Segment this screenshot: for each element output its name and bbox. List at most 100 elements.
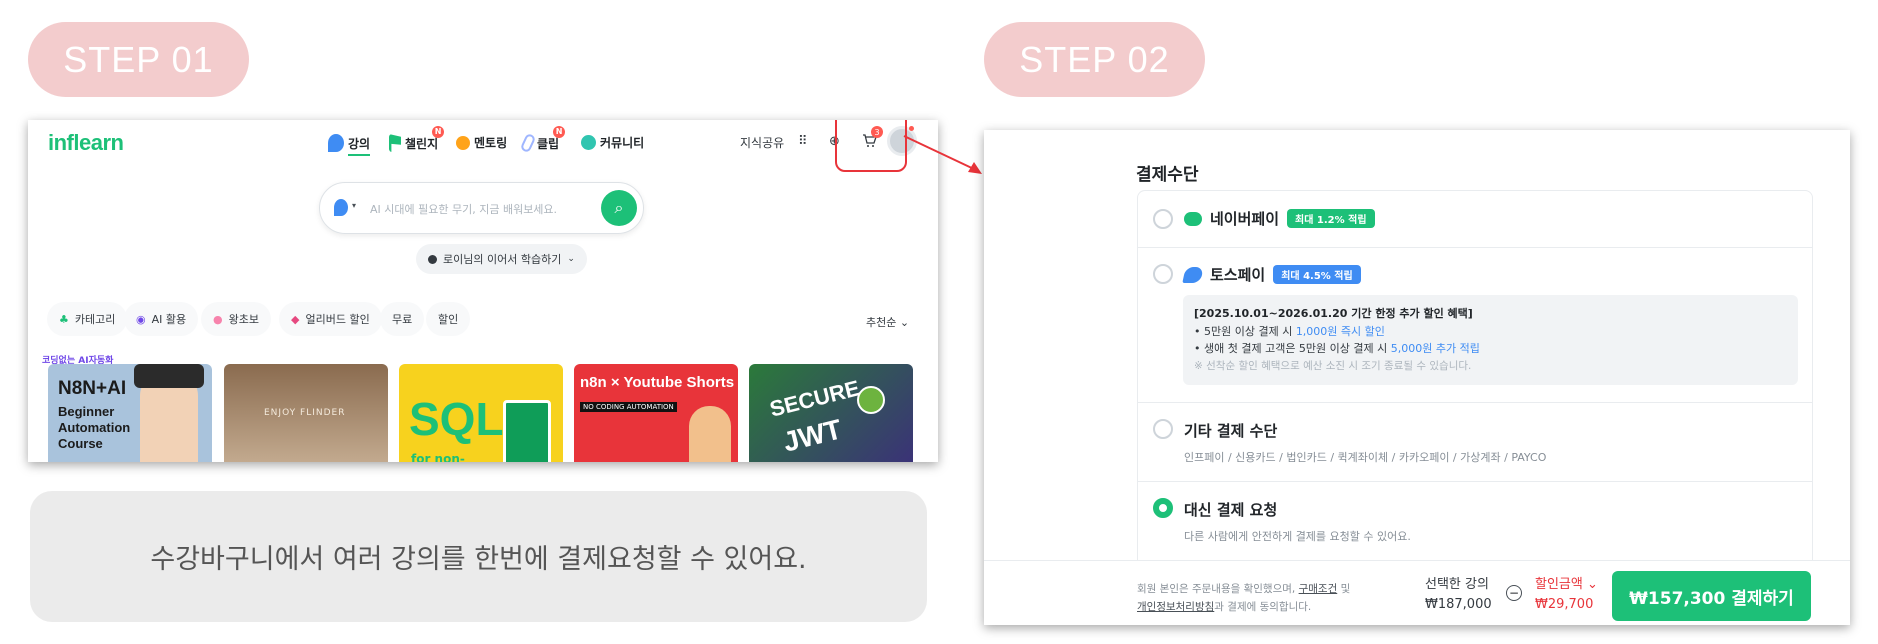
card-title: SECURE <box>767 375 863 422</box>
option-naverpay[interactable]: 네이버페이 최대 1.2% 적립 <box>1138 191 1812 248</box>
community-icon <box>581 135 596 150</box>
course-card-n8n[interactable]: N8N+AI Beginner Automation Course <box>48 364 212 462</box>
card-subtitle: Beginner Automation Course <box>58 404 131 451</box>
terms-link[interactable]: 구매조건 <box>1299 583 1338 595</box>
new-badge: N <box>432 125 445 138</box>
spring-icon <box>857 386 885 414</box>
selected-courses: 선택한 강의 ₩187,000 <box>1425 577 1492 612</box>
card-subtitle: for non- <box>411 452 465 462</box>
radio-other-payment[interactable] <box>1153 419 1173 439</box>
inflearn-home-screenshot: inflearn 강의 챌린지 N 멘토링 클립 N 커뮤니티 지식공유 ⠿ ⊕ 3… <box>28 120 938 462</box>
sort-dropdown[interactable]: 추천순 ⌄ <box>866 314 909 330</box>
benefit-line-2: • 생애 첫 결제 고객은 5만원 이상 결제 시 5,000원 추가 적립 <box>1194 342 1480 355</box>
resume-learning-button[interactable]: 로이님의 이어서 학습하기 ⌄ <box>416 244 587 274</box>
reward-tag: 최대 4.5% 적립 <box>1273 265 1361 284</box>
nav-item-challenge[interactable]: 챌린지 N <box>389 125 445 152</box>
option-naverpay-label: 네이버페이 최대 1.2% 적립 <box>1184 208 1375 229</box>
character-illustration <box>689 406 731 462</box>
robot-icon: ◉ <box>136 312 146 326</box>
option-proxy-label: 대신 결제 요청 <box>1184 501 1278 519</box>
lecture-icon <box>328 134 344 152</box>
earlybird-icon: ◆ <box>291 312 300 326</box>
radio-proxy-payment[interactable] <box>1153 498 1173 518</box>
connector-arrow <box>903 135 982 174</box>
nav-label-clip: 클립 N <box>537 125 566 152</box>
chip-ai[interactable]: ◉ AI 활용 <box>124 302 199 336</box>
option-tosspay-label: 토스페이 최대 4.5% 적립 <box>1182 264 1361 285</box>
radio-naverpay[interactable] <box>1153 209 1173 229</box>
clip-icon <box>519 132 537 154</box>
nav-item-mentoring[interactable]: 멘토링 <box>456 134 507 151</box>
option-other-desc: 인프페이 / 신용카드 / 법인카드 / 퀵계좌이체 / 카카오페이 / 가상계… <box>1184 451 1547 464</box>
radio-tosspay[interactable] <box>1153 264 1173 284</box>
flag-icon <box>389 134 401 152</box>
chevron-down-icon: ⌄ <box>567 254 575 264</box>
tosspay-icon <box>1182 266 1204 283</box>
caption-box: 수강바구니에서 여러 강의를 한번에 결제요청할 수 있어요. <box>30 491 927 622</box>
nav-label-community: 커뮤니티 <box>600 136 645 150</box>
course-card-sql[interactable]: SQL for non- <box>399 364 563 462</box>
privacy-link[interactable]: 개인정보처리방침 <box>1137 601 1214 613</box>
chip-category[interactable]: ♣ 카테고리 <box>47 302 128 336</box>
payment-method-title: 결제수단 <box>1136 165 1199 185</box>
card-title: ENJOY FLINDER <box>264 408 346 418</box>
chevron-down-icon[interactable]: ⌄ <box>1587 577 1598 592</box>
benefit-info-box: [2025.10.01~2026.01.20 기간 한정 추가 할인 혜택] •… <box>1183 295 1798 385</box>
option-proxy-desc: 다른 사람에게 안전하게 결제를 요청할 수 있어요. <box>1184 530 1411 543</box>
option-other-label: 기타 결제 수단 <box>1184 422 1278 440</box>
step-01-label: STEP 01 <box>63 38 214 80</box>
search-input[interactable]: AI 시대에 필요한 무기, 지금 배워보세요. <box>370 201 557 217</box>
card-subtitle: NO CODING AUTOMATION <box>580 402 677 412</box>
nav-label-lecture: 강의 <box>348 135 371 156</box>
chat-icon <box>456 135 470 150</box>
card-subtitle: JWT <box>780 413 845 458</box>
beginner-icon: ● <box>213 312 223 326</box>
lecture-icon <box>334 199 348 216</box>
step-02-label: STEP 02 <box>1019 38 1170 80</box>
chip-free[interactable]: 무료 <box>380 302 425 336</box>
chip-earlybird[interactable]: ◆ 얼리버드 할인 <box>279 302 382 336</box>
nav-label-mentoring: 멘토링 <box>474 136 508 150</box>
nav-item-clip[interactable]: 클립 N <box>519 125 566 154</box>
card-title: n8n × Youtube Shorts <box>580 374 735 391</box>
discount-amount: 할인금액 ⌄ ₩29,700 <box>1535 577 1598 612</box>
search-icon: ⌕ <box>614 198 624 217</box>
card-title: SQL <box>409 393 504 445</box>
reward-tag: 최대 1.2% 적립 <box>1287 209 1375 228</box>
location-icon <box>428 254 437 264</box>
course-card-interior[interactable]: ENJOY FLINDER <box>224 364 388 462</box>
agreement-text: 회원 본인은 주문내용을 확인했으며, 구매조건 및 개인정보처리방침과 결제에… <box>1137 583 1351 613</box>
benefit-line-1: • 5만원 이상 결제 시 1,000원 즉시 할인 <box>1194 324 1385 338</box>
benefit-note: ※ 선착순 할인 혜택으로 예산 소진 시 조기 종료될 수 있습니다. <box>1194 359 1472 372</box>
card-title: N8N+AI <box>58 378 127 399</box>
step-01-badge: STEP 01 <box>28 22 249 97</box>
pay-button[interactable]: ₩157,300 결제하기 <box>1612 571 1811 621</box>
caption-text: 수강바구니에서 여러 강의를 한번에 결제요청할 수 있어요. <box>150 544 807 575</box>
chip-discount[interactable]: 할인 <box>426 302 471 336</box>
benefit-title: [2025.10.01~2026.01.20 기간 한정 추가 할인 혜택] <box>1194 307 1473 320</box>
chip-beginner[interactable]: ● 왕초보 <box>201 302 271 336</box>
naverpay-icon <box>1184 211 1202 226</box>
category-icon: ♣ <box>59 312 69 326</box>
course-card-n8n-shorts[interactable]: n8n × Youtube Shorts NO CODING AUTOMATIO… <box>574 364 738 462</box>
payment-screenshot: 결제수단 네이버페이 최대 1.2% 적립 토스페이 최대 4.5% 적립 [2… <box>984 130 1850 625</box>
minus-icon: − <box>1506 585 1522 601</box>
resume-learning-label: 로이님의 이어서 학습하기 <box>443 253 562 266</box>
new-badge: N <box>553 125 566 138</box>
search-bar[interactable]: ▾ AI 시대에 필요한 무기, 지금 배워보세요. ⌕ <box>319 182 644 234</box>
sheets-icon <box>503 400 551 462</box>
chevron-down-icon: ⌄ <box>899 316 910 329</box>
apps-grid-icon[interactable]: ⠿ <box>798 134 808 149</box>
option-proxy-payment[interactable]: 대신 결제 요청 다른 사람에게 안전하게 결제를 요청할 수 있어요. <box>1138 482 1812 571</box>
option-other-payment[interactable]: 기타 결제 수단 인프페이 / 신용카드 / 법인카드 / 퀵계좌이체 / 카카… <box>1138 403 1812 482</box>
hat-illustration <box>134 364 204 388</box>
search-button[interactable]: ⌕ <box>601 190 637 226</box>
course-card-jwt[interactable]: SECURE JWT <box>749 364 913 462</box>
payment-method-list: 네이버페이 최대 1.2% 적립 토스페이 최대 4.5% 적립 [2025.1… <box>1137 190 1813 570</box>
knowledge-share-link[interactable]: 지식공유 <box>740 134 784 151</box>
nav-item-lecture[interactable]: 강의 <box>328 134 371 156</box>
inflearn-logo[interactable]: inflearn <box>48 130 124 156</box>
step-02-badge: STEP 02 <box>984 22 1205 97</box>
chevron-down-icon[interactable]: ▾ <box>352 201 356 210</box>
nav-item-community[interactable]: 커뮤니티 <box>581 134 644 151</box>
